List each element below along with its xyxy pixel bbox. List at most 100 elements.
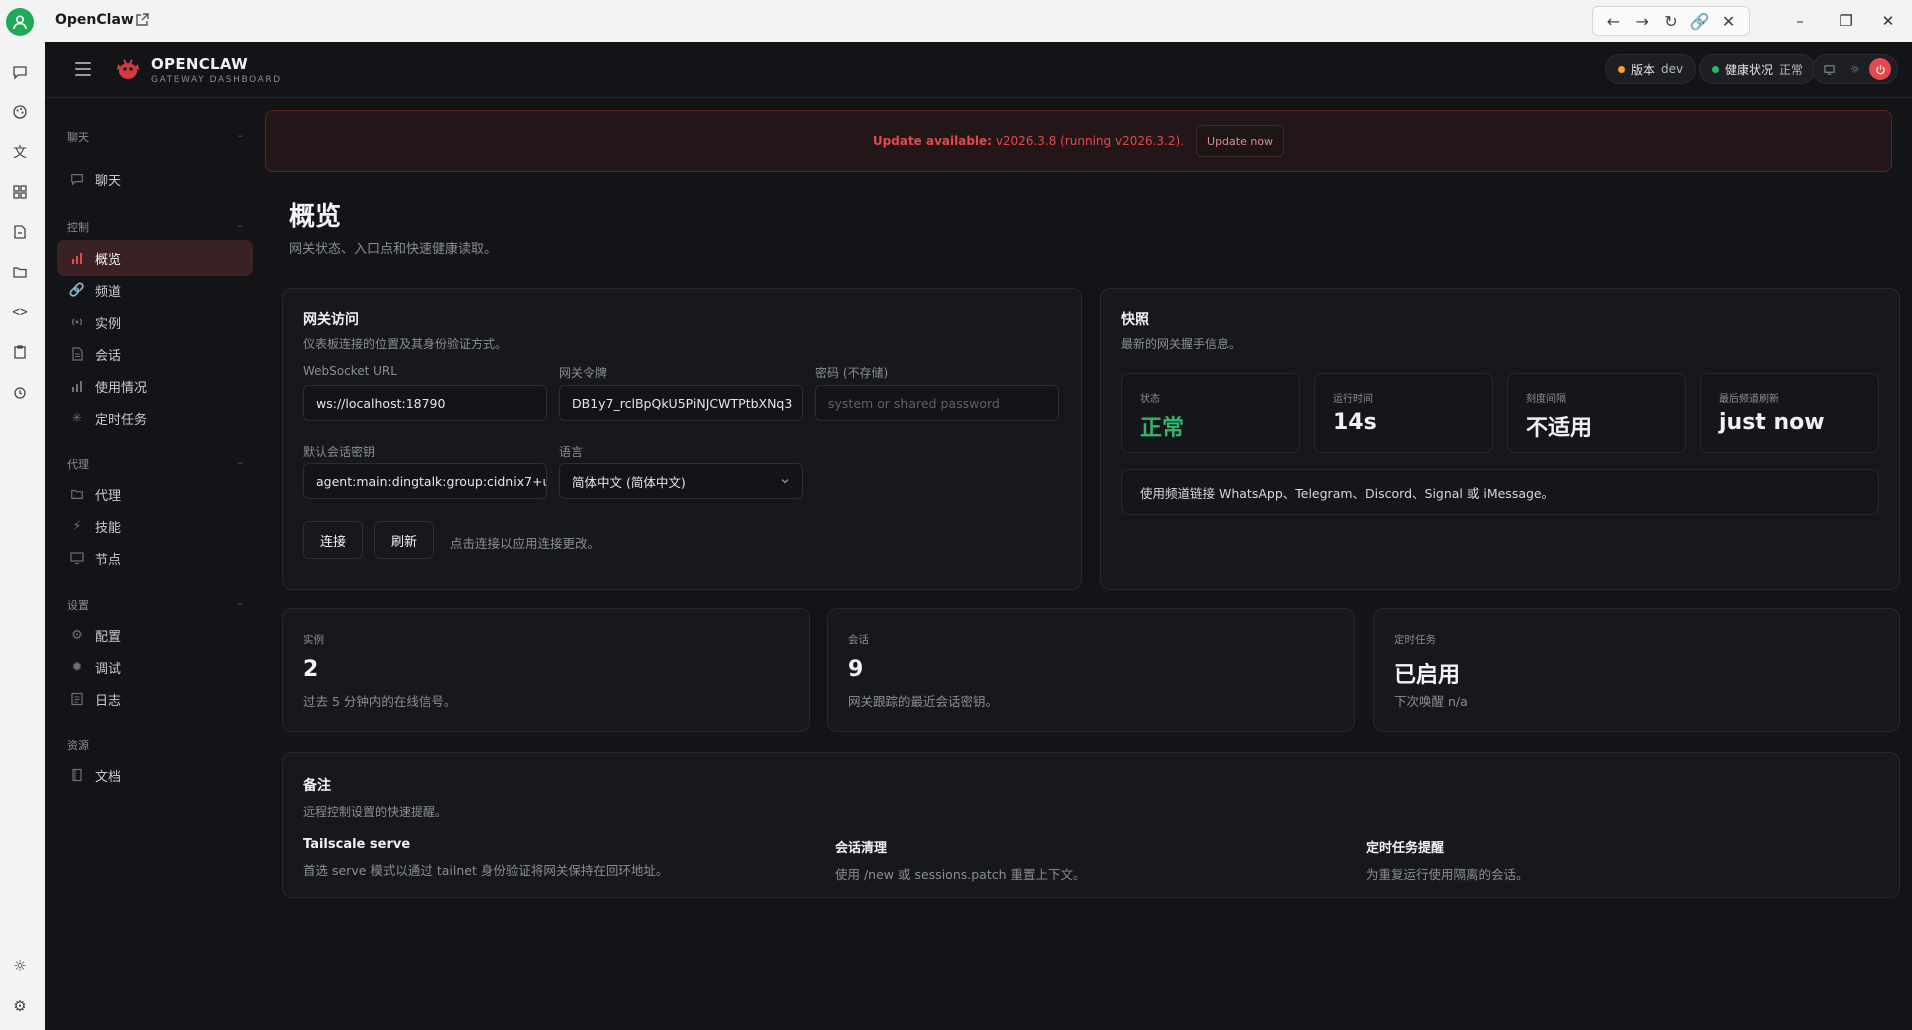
window-titlebar: OpenClaw ← → ↻ 🔗 ✕ – ❐ ✕ — [0, 0, 1912, 42]
refresh-button[interactable]: 刷新 — [374, 521, 434, 559]
note-description: 为重复运行使用隔离的会话。 — [1366, 867, 1529, 882]
page-subtitle: 网关状态、入口点和快速健康读取。 — [289, 242, 498, 257]
websocket-url-input[interactable]: ws://localhost:18790 — [303, 385, 547, 421]
section-header-control[interactable]: 控制 – — [67, 219, 243, 235]
sidebar-item-skills[interactable]: ⚡ 技能 — [57, 508, 253, 544]
file-sync-icon[interactable] — [8, 220, 32, 244]
translate-icon[interactable]: 文 — [8, 140, 32, 164]
section-header-chat[interactable]: 聊天 – — [67, 129, 243, 145]
open-external-icon[interactable] — [134, 12, 150, 28]
link-icon: 🔗 — [68, 282, 86, 298]
sidebar-item-config[interactable]: ⚙ 配置 — [57, 617, 253, 653]
sidebar-item-sessions[interactable]: 会话 — [57, 336, 253, 372]
back-icon[interactable]: ← — [1602, 10, 1624, 32]
password-label: 密码 (不存储) — [815, 366, 889, 380]
gateway-access-card: 网关访问 仪表板连接的位置及其身份验证方式。 WebSocket URL ws:… — [282, 288, 1082, 590]
version-label: 版本 — [1631, 62, 1656, 77]
lightning-icon: ⚡ — [72, 518, 82, 534]
restore-icon[interactable]: ❐ — [1826, 8, 1866, 34]
sun-icon[interactable]: ☼ — [8, 954, 32, 978]
sun-icon[interactable]: ☼ — [1844, 58, 1866, 80]
window-close-icon[interactable]: ✕ — [1868, 8, 1908, 34]
stat-status: 状态 正常 — [1121, 373, 1300, 453]
page-title: 概览 — [289, 202, 342, 232]
sidebar-item-label: 节点 — [95, 552, 122, 568]
user-avatar-icon[interactable] — [6, 8, 34, 36]
stat-tick-interval: 刻度间隔 不适用 — [1507, 373, 1686, 453]
stat-label: 刻度间隔 — [1526, 394, 1566, 405]
metric-label: 实例 — [303, 634, 324, 646]
sidebar-item-label: 使用情况 — [95, 380, 148, 396]
card-title: 快照 — [1121, 312, 1149, 328]
stat-value: 不适用 — [1526, 416, 1593, 441]
metric-subtitle: 下次唤醒 n/a — [1394, 694, 1468, 709]
settings-icon[interactable]: ⚙ — [8, 994, 32, 1018]
card-title: 网关访问 — [303, 312, 359, 328]
language-select[interactable]: 简体中文 (简体中文) — [559, 463, 803, 499]
stat-uptime: 运行时间 14s — [1314, 373, 1493, 453]
note-title: Tailscale serve — [303, 837, 411, 852]
health-label: 健康状况 — [1725, 62, 1774, 77]
power-icon[interactable] — [1869, 58, 1892, 80]
password-field[interactable] — [815, 385, 1059, 421]
language-select-value: 简体中文 (简体中文) — [572, 474, 686, 490]
health-value: 正常 — [1779, 62, 1804, 77]
sidebar-item-logs[interactable]: 日志 — [57, 681, 253, 717]
host-left-rail: 文 <> ☼ ⚙ — [0, 42, 45, 1030]
chat-icon[interactable] — [8, 60, 32, 84]
metric-card-cron: 定时任务 已启用 下次唤醒 n/a — [1373, 608, 1900, 732]
sidebar-item-channels[interactable]: 🔗 频道 — [57, 272, 253, 308]
document-icon — [69, 346, 85, 362]
sidebar-item-nodes[interactable]: 节点 — [57, 540, 253, 576]
openclaw-logo-icon — [113, 54, 143, 84]
sidebar-item-usage[interactable]: 使用情况 — [57, 368, 253, 404]
language-label: 语言 — [559, 445, 584, 459]
card-subtitle: 最新的网关握手信息。 — [1121, 337, 1242, 351]
metric-subtitle: 网关跟踪的最近会话密钥。 — [848, 694, 999, 709]
menu-icon[interactable] — [73, 60, 93, 78]
password-input[interactable] — [828, 395, 1046, 411]
sidebar-item-agents[interactable]: 代理 — [57, 476, 253, 512]
palette-icon[interactable] — [8, 100, 32, 124]
reload-icon[interactable]: ↻ — [1660, 10, 1682, 32]
link-icon[interactable]: 🔗 — [1689, 10, 1711, 32]
sidebar-item-chat[interactable]: 聊天 — [57, 161, 253, 197]
version-dot-icon — [1618, 65, 1625, 73]
update-now-button[interactable]: Update now — [1196, 125, 1285, 157]
sidebar-item-debug[interactable]: ✹ 调试 — [57, 649, 253, 685]
folder-icon[interactable] — [8, 260, 32, 284]
note-item: 定时任务提醒 为重复运行使用隔离的会话。 — [1366, 837, 1529, 883]
update-banner-text: v2026.3.8 (running v2026.3.2). — [995, 134, 1185, 148]
forward-icon[interactable]: → — [1631, 10, 1653, 32]
section-header-settings[interactable]: 设置 – — [67, 597, 243, 613]
stat-last-refresh: 最后频道刷新 just now — [1700, 373, 1879, 453]
sidebar-item-label: 会话 — [95, 348, 122, 364]
bar-chart-icon — [69, 250, 85, 266]
grid-icon[interactable] — [8, 180, 32, 204]
metric-value: 9 — [848, 657, 864, 682]
sidebar-item-overview[interactable]: 概览 — [57, 240, 253, 276]
channels-info: 使用频道链接 WhatsApp、Telegram、Discord、Signal … — [1121, 469, 1879, 515]
stat-value: just now — [1719, 410, 1825, 435]
clipboard-icon[interactable] — [8, 340, 32, 364]
sidebar-item-label: 日志 — [95, 693, 122, 709]
health-dot-icon — [1712, 65, 1719, 73]
monitor-icon[interactable] — [1819, 58, 1841, 80]
gateway-token-input[interactable]: DB1y7_rclBpQkU5PiNJCWTPtbXNq3 — [559, 385, 803, 421]
connect-button[interactable]: 连接 — [303, 521, 363, 559]
close-icon[interactable]: ✕ — [1718, 10, 1740, 32]
alarm-icon[interactable] — [8, 380, 32, 404]
code-icon[interactable]: <> — [8, 300, 32, 324]
health-badge: 健康状况 正常 — [1699, 54, 1817, 84]
version-badge: 版本 dev — [1605, 54, 1697, 84]
notes-card: 备注 远程控制设置的快速提醒。 Tailscale serve 首选 serve… — [282, 752, 1900, 898]
session-key-input[interactable]: agent:main:dingtalk:group:cidnix7+u — [303, 463, 547, 499]
note-description: 首选 serve 模式以通过 tailnet 身份验证将网关保持在回环地址。 — [303, 863, 669, 878]
sidebar-item-cron[interactable]: ✳ 定时任务 — [57, 400, 253, 436]
note-title: 会话清理 — [835, 841, 888, 856]
section-header-agents[interactable]: 代理 – — [67, 456, 243, 472]
sidebar-item-instances[interactable]: 实例 — [57, 304, 253, 340]
sidebar-item-docs[interactable]: 文档 — [57, 757, 253, 793]
minimize-icon[interactable]: – — [1780, 8, 1820, 34]
note-description: 使用 /new 或 sessions.patch 重置上下文。 — [835, 867, 1086, 882]
